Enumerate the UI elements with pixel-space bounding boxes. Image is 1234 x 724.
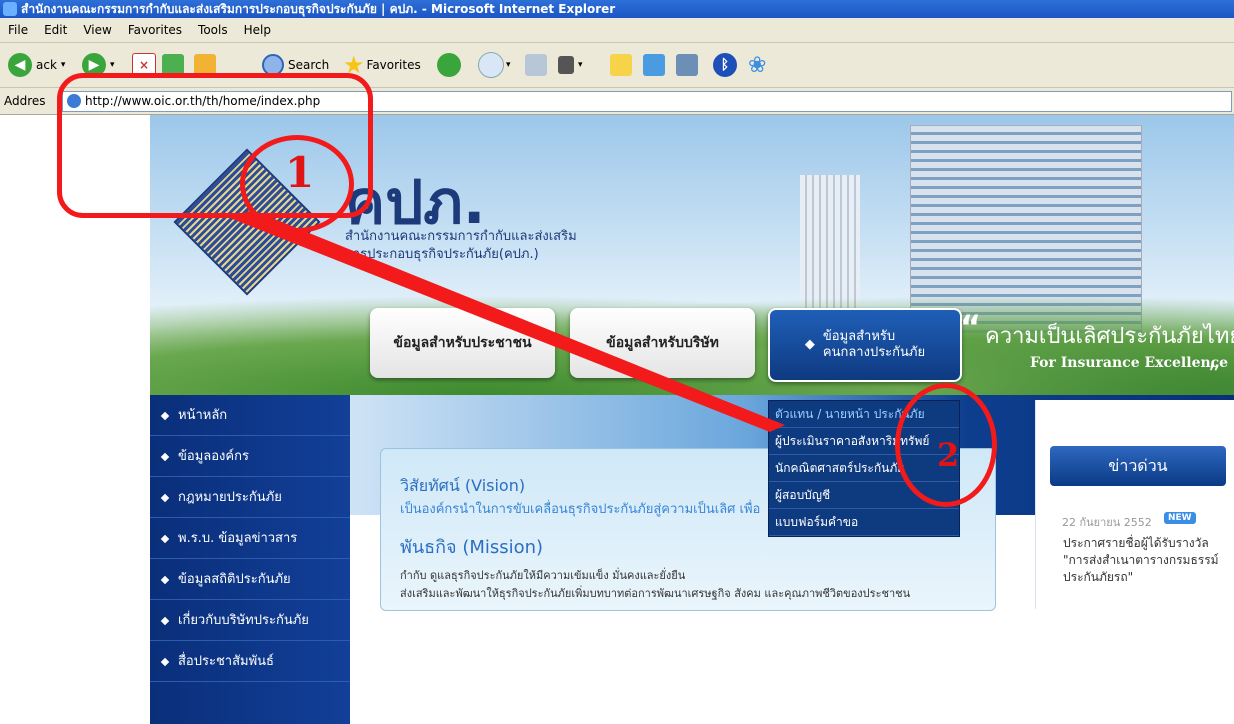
print-icon	[525, 54, 547, 76]
msn-button[interactable]: ❀	[748, 51, 766, 79]
vision-heading: วิสัยทัศน์ (Vision)	[400, 476, 526, 495]
public-info-button[interactable]: ข้อมูลสำหรับประชาชน	[370, 308, 555, 378]
history-icon	[437, 53, 461, 77]
slogan-thai: ความเป็นเลิศประกันภัยไทย	[985, 324, 1234, 349]
history-button[interactable]	[437, 51, 461, 79]
notes-button[interactable]	[610, 51, 632, 79]
mission-line-2: ส่งเสริมและพัฒนาให้ธุรกิจประกันภัยเพิ่มบ…	[400, 587, 911, 600]
org-name-line-2: การประกอบธุรกิจประกันภัย(คปภ.)	[345, 247, 539, 262]
diamond-bullet-icon: ◆	[804, 337, 815, 352]
menu-bar: File Edit View Favorites Tools Help	[0, 18, 1234, 43]
mail-button[interactable]: ▾	[478, 51, 511, 79]
company-info-label: ข้อมูลสำหรับบริษัท	[606, 335, 719, 351]
menu-file[interactable]: File	[0, 18, 36, 42]
bullet-icon	[160, 657, 170, 666]
mail-dropdown-icon[interactable]: ▾	[506, 60, 511, 70]
bluetooth-icon: ᛒ	[713, 53, 737, 77]
new-badge: NEW	[1164, 512, 1196, 524]
nav-label: เกี่ยวกับบริษัทประกันภัย	[178, 613, 309, 628]
bullet-icon	[160, 616, 170, 625]
news-link[interactable]: ประกาศรายชื่อผู้ได้รับรางวัล "การส่งสำเน…	[1063, 535, 1233, 586]
search-label: Search	[288, 58, 330, 72]
nav-item-law[interactable]: กฎหมายประกันภัย	[150, 477, 350, 518]
annotation-number-2: 2	[937, 436, 960, 474]
mail-icon	[478, 52, 504, 78]
back-arrow-icon: ◀	[8, 53, 32, 77]
books-icon	[676, 54, 698, 76]
quote-close: ”	[1208, 360, 1221, 388]
nav-label: ข้อมูลสถิติประกันภัย	[178, 572, 291, 587]
quote-open: “	[960, 308, 982, 346]
news-date: 22 กันยายน 2552	[1062, 516, 1152, 529]
window-title: สำนักงานคณะกรรมการกำกับและส่งเสริมการประ…	[21, 2, 616, 16]
nav-item-organization[interactable]: ข้อมูลองค์กร	[150, 436, 350, 477]
news-heading[interactable]: ข่าวด่วน	[1050, 446, 1226, 486]
bullet-icon	[160, 493, 170, 502]
slogan-english: For Insurance Excellence	[1030, 355, 1229, 371]
messenger-button[interactable]	[643, 51, 665, 79]
nav-item-info-act[interactable]: พ.ร.บ. ข้อมูลข่าวสาร	[150, 518, 350, 559]
mission-heading: พันธกิจ (Mission)	[400, 537, 544, 558]
nav-item-home[interactable]: หน้าหลัก	[150, 395, 350, 436]
back-button[interactable]: ◀ ack ▾	[8, 51, 65, 79]
intermediary-info-button[interactable]: ◆ ข้อมูลสำหรับ คนกลางประกันภัย	[768, 308, 962, 382]
ie-window-icon	[3, 2, 17, 16]
dropdown-item-forms[interactable]: แบบฟอร์มคำขอ	[769, 509, 959, 536]
nav-label: พ.ร.บ. ข้อมูลข่าวสาร	[178, 531, 298, 546]
window-title-bar: สำนักงานคณะกรรมการกำกับและส่งเสริมการประ…	[0, 0, 1234, 18]
nav-item-companies[interactable]: เกี่ยวกับบริษัทประกันภัย	[150, 600, 350, 641]
nav-item-media[interactable]: สื่อประชาสัมพันธ์	[150, 641, 350, 682]
print-button[interactable]	[525, 51, 547, 79]
nav-item-statistics[interactable]: ข้อมูลสถิติประกันภัย	[150, 559, 350, 600]
bluetooth-button[interactable]: ᛒ	[713, 51, 737, 79]
edit-icon	[558, 56, 574, 74]
back-dropdown-icon[interactable]: ▾	[61, 60, 66, 70]
public-info-label: ข้อมูลสำหรับประชาชน	[393, 335, 532, 351]
menu-edit[interactable]: Edit	[36, 18, 75, 42]
menu-tools[interactable]: Tools	[190, 18, 236, 42]
menu-help[interactable]: Help	[236, 18, 279, 42]
monitor-icon	[643, 54, 665, 76]
msn-people-icon: ❀	[748, 52, 767, 78]
edit-dropdown-icon[interactable]: ▾	[578, 60, 583, 70]
intermediary-label-line-1: ข้อมูลสำหรับ	[822, 329, 896, 344]
nav-label: หน้าหลัก	[178, 408, 228, 423]
edit-button[interactable]: ▾	[558, 51, 583, 79]
bullet-icon	[160, 411, 170, 420]
annotation-number-1: 1	[285, 148, 315, 197]
research-button[interactable]	[676, 51, 698, 79]
nav-label: กฎหมายประกันภัย	[178, 490, 282, 505]
intermediary-label-line-2: คนกลางประกันภัย	[822, 345, 926, 360]
back-label: ack	[36, 58, 57, 72]
nav-label: ข้อมูลองค์กร	[178, 449, 249, 464]
address-label: Addres	[4, 94, 46, 108]
mission-line-1: กำกับ ดูแลธุรกิจประกันภัยให้มีความเข้มแข…	[400, 569, 686, 582]
bullet-icon	[160, 575, 170, 584]
forward-dropdown-icon[interactable]: ▾	[110, 60, 115, 70]
favorites-label: Favorites	[366, 58, 421, 72]
bullet-icon	[160, 452, 170, 461]
nav-label: สื่อประชาสัมพันธ์	[178, 654, 274, 669]
notes-icon	[610, 54, 632, 76]
company-info-button[interactable]: ข้อมูลสำหรับบริษัท	[570, 308, 755, 378]
menu-favorites[interactable]: Favorites	[120, 18, 190, 42]
bullet-icon	[160, 534, 170, 543]
menu-view[interactable]: View	[75, 18, 119, 42]
vision-text: เป็นองค์กรนำในการขับเคลื่อนธุรกิจประกันภ…	[400, 502, 761, 517]
left-nav: หน้าหลัก ข้อมูลองค์กร กฎหมายประกันภัย พ.…	[150, 395, 350, 724]
